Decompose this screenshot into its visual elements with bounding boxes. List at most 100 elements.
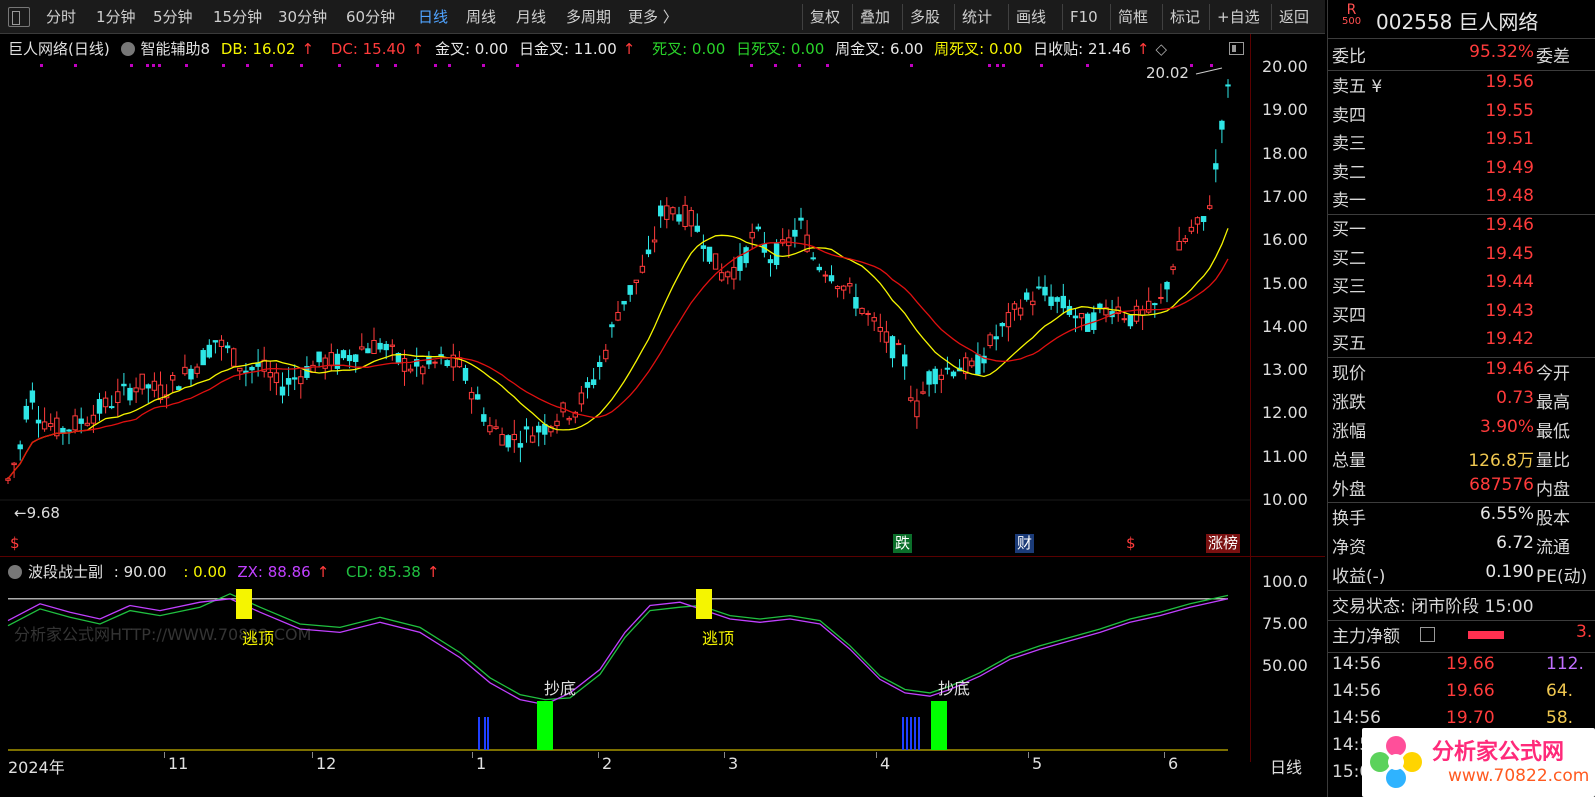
ask-label: 卖一: [1332, 191, 1366, 212]
stock-period-title: 巨人网络(日线): [8, 40, 110, 58]
date-tick-label: 1: [476, 754, 487, 773]
tag-dollar2-icon[interactable]: $: [1124, 534, 1138, 553]
tick-volume: 64.: [1546, 681, 1574, 701]
quote-panel: R 500 002558 巨人网络 委比 95.32% 委差 卖五 ¥ 19.56 卖四…: [1327, 0, 1595, 797]
site-logo: 分析家公式网 www.70822.com: [1362, 728, 1595, 797]
period-tab-10[interactable]: 更多 〉: [628, 6, 678, 28]
toolbar-btn-1[interactable]: 叠加: [860, 6, 890, 28]
price-tick-label: 15.00: [1262, 273, 1308, 293]
low-price-label: ←9.68: [14, 504, 60, 522]
bid-label: 买二: [1332, 248, 1366, 269]
tag-die[interactable]: 跌: [893, 534, 913, 553]
ask-label: 卖二: [1332, 162, 1366, 183]
indicator-menu-icon[interactable]: [120, 42, 135, 56]
period-tab-0[interactable]: 分时: [46, 6, 76, 28]
stat-label: 换手: [1332, 509, 1366, 529]
stat-label: 收益(-): [1332, 567, 1386, 587]
maximize-pane-icon[interactable]: [1229, 42, 1244, 55]
date-tick-mark: [1164, 752, 1165, 758]
date-axis: 2024年 11 12 1 2 3 4 5 6 日线: [0, 752, 1325, 797]
bid-row: 买四 19.43: [1328, 301, 1595, 329]
date-tick-mark: [598, 752, 599, 758]
indicator-legend: 波段战士副 : 90.00 : 0.00 ZX: 88.86 ↑ CD: 85.3…: [8, 561, 451, 582]
toolbar-btn-0[interactable]: 复权: [810, 6, 840, 28]
toolbar-separator: [954, 4, 955, 30]
price-tick-label: 19.00: [1262, 100, 1308, 120]
toolbar-btn-5[interactable]: F10: [1070, 6, 1098, 28]
period-tab-7[interactable]: 周线: [466, 6, 496, 28]
ask-row: 卖二 19.49: [1328, 158, 1595, 186]
ma-fast-line: [7, 228, 1229, 480]
toolbar-separator: [1008, 4, 1009, 30]
cd-value: CD: 85.38 ↑: [346, 563, 440, 581]
price-tick-label: 10.00: [1262, 490, 1308, 509]
toolbar-btn-7[interactable]: 标记: [1170, 6, 1200, 28]
label-escape-top-1: 逃顶: [242, 629, 275, 648]
bid-label: 买三: [1332, 277, 1366, 298]
toolbar-separator: [902, 4, 903, 30]
stat-label: 外盘: [1332, 480, 1366, 500]
ask-row: 卖三 19.51: [1328, 129, 1595, 157]
label-buy-bottom-2: 抄底: [938, 679, 971, 698]
date-tick-mark: [164, 752, 165, 758]
date-tick-label: 2: [602, 754, 613, 773]
period-tab-9[interactable]: 多周期: [566, 6, 611, 28]
period-tab-6[interactable]: 日线: [418, 6, 448, 28]
list-icon[interactable]: [1420, 627, 1435, 642]
stat-row: 涨跌 0.73 最高: [1328, 388, 1595, 416]
price-tick-label: 12.00: [1262, 403, 1308, 423]
toolbar-btn-6[interactable]: 简框: [1118, 6, 1148, 28]
indicator-chart[interactable]: 波段战士副 : 90.00 : 0.00 ZX: 88.86 ↑ CD: 85.3…: [0, 556, 1325, 762]
date-tick-mark: [472, 752, 473, 758]
date-tick-label: 11: [168, 754, 189, 773]
price-tick-label: 20.00: [1262, 57, 1308, 76]
toolbar-btn-3[interactable]: 统计: [962, 6, 992, 28]
tag-zhangbang[interactable]: 涨榜: [1206, 534, 1241, 553]
tick-row: 14:56 19.66 64.: [1328, 681, 1595, 709]
ask-label: 卖五 ¥: [1332, 77, 1383, 97]
indicator-title: 波段战士副 : 90.00: [28, 563, 167, 581]
ask-label: 卖三: [1332, 134, 1366, 155]
period-tab-3[interactable]: 15分钟: [213, 6, 262, 28]
candles: [5, 79, 1231, 484]
ask-price: 19.49: [1485, 157, 1534, 178]
period-tab-4[interactable]: 30分钟: [278, 6, 327, 28]
toolbar-separator: [1209, 4, 1210, 30]
indicator-menu-icon[interactable]: [8, 565, 22, 579]
ask-price: 19.51: [1485, 129, 1534, 150]
bid-row: 买三 19.44: [1328, 272, 1595, 300]
toolbar-btn-9[interactable]: 返回: [1279, 6, 1309, 28]
rating-badge: R 500: [1342, 2, 1362, 27]
stat-value: 19.46: [1485, 359, 1534, 379]
toolbar-btn-4[interactable]: 画线: [1016, 6, 1046, 28]
buy-bottom-bar: [537, 701, 553, 750]
tag-dollar-icon[interactable]: $: [8, 534, 22, 553]
period-tab-2[interactable]: 5分钟: [153, 6, 193, 28]
period-label[interactable]: 日线: [1270, 754, 1302, 778]
ri-sicha-value: 日死叉: 0.00: [736, 40, 825, 58]
label-escape-top-2: 逃顶: [702, 629, 735, 648]
stat-label: 现价: [1332, 364, 1366, 384]
layout-toggle-icon[interactable]: [8, 7, 30, 27]
kline-chart[interactable]: 巨人网络(日线) 智能辅助8 DB: 16.02 ↑ DC: 15.40 ↑ 金叉:…: [0, 34, 1325, 554]
tick-price: 19.66: [1446, 681, 1495, 701]
buy-bottom-bar: [931, 701, 947, 750]
toolbar-btn-2[interactable]: 多股: [910, 6, 940, 28]
toolbar-btn-8[interactable]: +自选: [1217, 6, 1260, 28]
period-tab-5[interactable]: 60分钟: [346, 6, 395, 28]
stat-label: 涨跌: [1332, 393, 1366, 413]
indicator-tick-label: 50.00: [1262, 656, 1308, 675]
bid-label: 买四: [1332, 305, 1366, 326]
period-tab-8[interactable]: 月线: [516, 6, 546, 28]
bid-price: 19.42: [1485, 329, 1534, 350]
tag-cai[interactable]: 财: [1015, 534, 1035, 553]
indicator-tick-label: 100.0: [1262, 572, 1308, 591]
price-tick-label: 16.00: [1262, 230, 1308, 250]
toolbar-separator: [852, 4, 853, 30]
date-tick-mark: [724, 752, 725, 758]
ask-price: 19.55: [1485, 100, 1534, 121]
period-tab-1[interactable]: 1分钟: [96, 6, 136, 28]
stat-label: 涨幅: [1332, 422, 1366, 442]
ri-shoutie-value: 日收贴: 21.46 ↑ ◇: [1033, 40, 1168, 58]
date-tick-label: 6: [1168, 754, 1179, 773]
